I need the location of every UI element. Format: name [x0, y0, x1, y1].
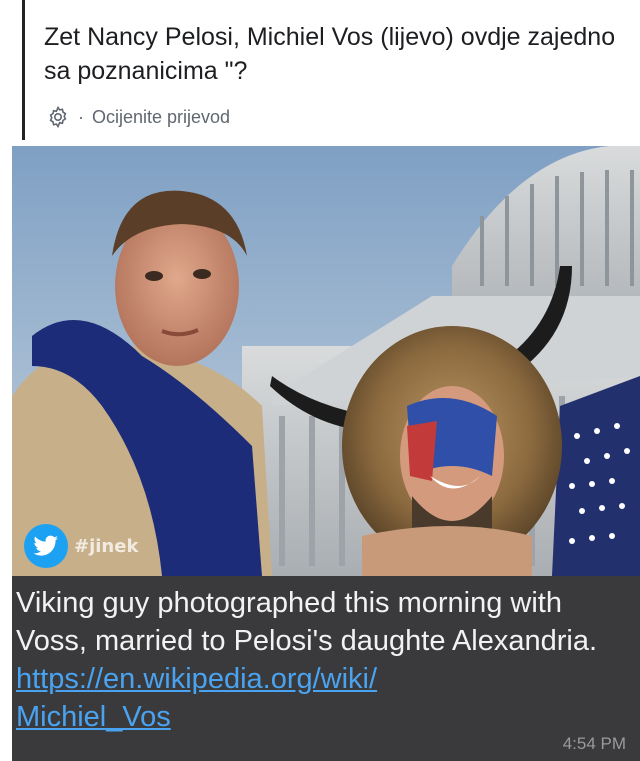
separator-dot: ·: [78, 106, 84, 127]
caption-body: Viking guy photographed this morning wit…: [16, 587, 598, 657]
post-text: Zet Nancy Pelosi, Michiel Vos (lijevo) o…: [44, 23, 616, 85]
translation-row: · Ocijenite prijevod: [46, 104, 230, 130]
wikipedia-link-cont[interactable]: Michiel_Vos: [16, 701, 171, 733]
message-caption: Viking guy photographed this morning wit…: [12, 576, 640, 761]
watermark-handle: #jinek: [74, 535, 139, 557]
facebook-post: Zet Nancy Pelosi, Michiel Vos (lijevo) o…: [0, 0, 640, 761]
wikipedia-link[interactable]: https://en.wikipedia.org/wiki/: [16, 663, 377, 695]
rate-translation-link[interactable]: Ocijenite prijevod: [92, 107, 230, 128]
quote-bar: [22, 0, 25, 140]
photo-image: [12, 146, 640, 576]
shared-screenshot[interactable]: #jinek Viking guy photographed this morn…: [12, 146, 640, 761]
tweet-photo[interactable]: [12, 146, 640, 576]
twitter-watermark: #jinek: [24, 524, 138, 568]
twitter-bird-icon: [24, 524, 68, 568]
caption-text: Viking guy photographed this morning wit…: [16, 584, 628, 736]
gear-icon[interactable]: [46, 105, 70, 129]
message-timestamp: 4:54 PM: [562, 734, 626, 753]
